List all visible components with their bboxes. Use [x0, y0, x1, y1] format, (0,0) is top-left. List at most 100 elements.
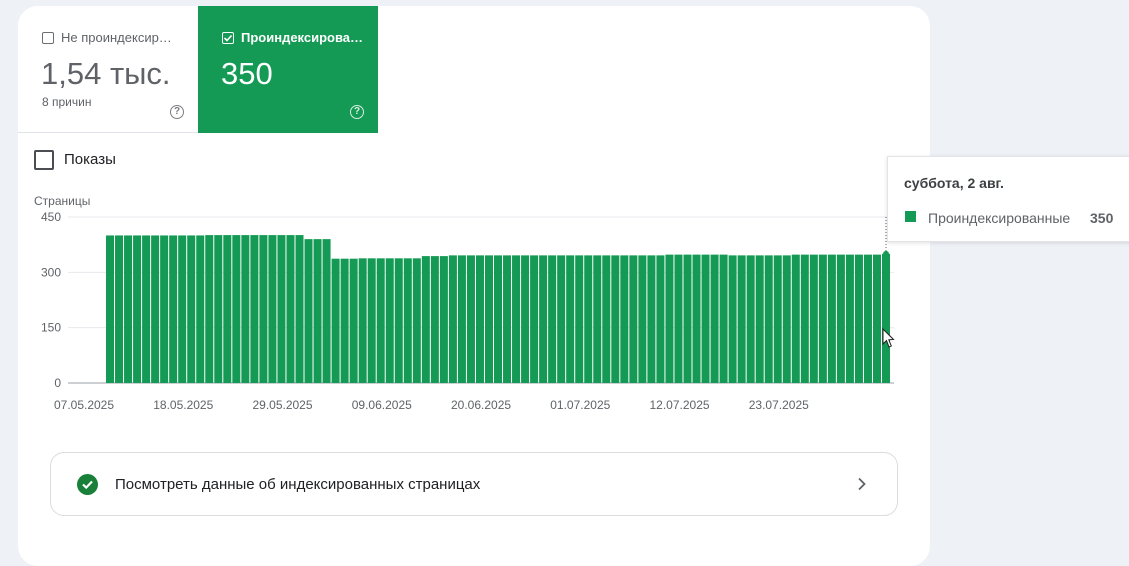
indexed-pages-chart[interactable]: Страницы 450 300 150 0 07.05.2025 18.05.2025… [18, 186, 930, 426]
bar[interactable] [539, 255, 548, 383]
bar[interactable] [836, 254, 845, 383]
bar[interactable] [178, 235, 187, 383]
bar[interactable] [809, 254, 818, 383]
bar[interactable] [295, 235, 304, 383]
bar[interactable] [773, 255, 782, 383]
bar[interactable] [674, 254, 683, 383]
bar[interactable] [205, 235, 214, 383]
not-indexed-tile[interactable]: Не проиндексир… 1,54 тыс. 8 причин ? [18, 6, 198, 133]
bar[interactable] [764, 255, 773, 383]
bar[interactable] [503, 255, 512, 383]
bar[interactable] [484, 255, 493, 383]
bar[interactable] [340, 258, 349, 383]
bar[interactable] [385, 258, 394, 383]
bar[interactable] [647, 255, 656, 383]
bar[interactable] [241, 235, 250, 383]
indexed-tile[interactable]: Проиндексирова… 350 ? [198, 6, 378, 133]
bar[interactable] [196, 235, 205, 383]
bar[interactable] [791, 254, 800, 383]
bar[interactable] [286, 235, 295, 383]
bar[interactable] [584, 255, 593, 383]
bar[interactable] [160, 235, 169, 383]
bar[interactable] [106, 235, 115, 383]
bar[interactable] [692, 254, 701, 383]
bar[interactable] [593, 255, 602, 383]
bar[interactable] [124, 235, 133, 383]
bar[interactable] [430, 256, 439, 383]
bar[interactable] [133, 235, 142, 383]
bar[interactable] [466, 255, 475, 383]
bar[interactable] [863, 254, 872, 383]
view-indexed-pages-row[interactable]: Посмотреть данные об индексированных стр… [50, 452, 898, 516]
impressions-checkbox[interactable] [34, 150, 54, 170]
help-icon[interactable]: ? [170, 105, 184, 119]
bar[interactable] [232, 235, 241, 383]
indexed-checkbox[interactable] [222, 32, 234, 44]
bar[interactable] [394, 258, 403, 383]
indexed-label: Проиндексирова… [241, 30, 364, 45]
bar[interactable] [755, 255, 764, 383]
bar[interactable] [620, 255, 629, 383]
y-tick-label: 450 [41, 210, 61, 224]
bar[interactable] [665, 254, 674, 383]
bar[interactable] [782, 255, 791, 383]
bar[interactable] [575, 255, 584, 383]
bar[interactable] [602, 255, 611, 383]
bar[interactable] [557, 255, 566, 383]
bar[interactable] [349, 258, 358, 383]
bar[interactable] [882, 253, 891, 383]
not-indexed-checkbox[interactable] [42, 32, 54, 44]
bar[interactable] [448, 255, 457, 383]
bar[interactable] [214, 235, 223, 383]
bar[interactable] [151, 235, 160, 383]
bar[interactable] [475, 255, 484, 383]
bar[interactable] [457, 255, 466, 383]
bar[interactable] [376, 258, 385, 383]
bar[interactable] [800, 254, 809, 383]
bar[interactable] [701, 254, 710, 383]
bar[interactable] [683, 254, 692, 383]
bar[interactable] [530, 255, 539, 383]
bar[interactable] [169, 235, 178, 383]
bar[interactable] [737, 255, 746, 383]
bar[interactable] [845, 254, 854, 383]
bar[interactable] [746, 255, 755, 383]
bar[interactable] [259, 235, 268, 383]
help-icon[interactable]: ? [350, 105, 364, 119]
bar[interactable] [728, 255, 737, 383]
bar[interactable] [115, 235, 124, 383]
bar[interactable] [521, 255, 530, 383]
bar[interactable] [439, 256, 448, 383]
bar[interactable] [421, 256, 430, 383]
bar[interactable] [629, 255, 638, 383]
not-indexed-reasons: 8 причин [42, 95, 92, 109]
bar[interactable] [656, 255, 665, 383]
bar[interactable] [277, 235, 286, 383]
bar[interactable] [818, 254, 827, 383]
bar[interactable] [494, 255, 503, 383]
bar[interactable] [872, 254, 881, 383]
chevron-right-icon [858, 477, 866, 491]
bar[interactable] [304, 239, 313, 383]
bar[interactable] [223, 235, 232, 383]
bar[interactable] [367, 258, 376, 383]
bar[interactable] [638, 255, 647, 383]
bar[interactable] [548, 255, 557, 383]
bar[interactable] [313, 239, 322, 383]
bar[interactable] [322, 239, 331, 383]
bar[interactable] [142, 235, 151, 383]
bar[interactable] [512, 255, 521, 383]
bar[interactable] [268, 235, 277, 383]
bar[interactable] [331, 258, 340, 383]
bar[interactable] [854, 254, 863, 383]
bar[interactable] [358, 258, 367, 383]
bar[interactable] [719, 254, 728, 383]
bar[interactable] [710, 254, 719, 383]
bar[interactable] [566, 255, 575, 383]
bar[interactable] [827, 254, 836, 383]
bar[interactable] [403, 258, 412, 383]
bar[interactable] [250, 235, 259, 383]
bar[interactable] [187, 235, 196, 383]
bar[interactable] [412, 258, 421, 383]
bar[interactable] [611, 255, 620, 383]
